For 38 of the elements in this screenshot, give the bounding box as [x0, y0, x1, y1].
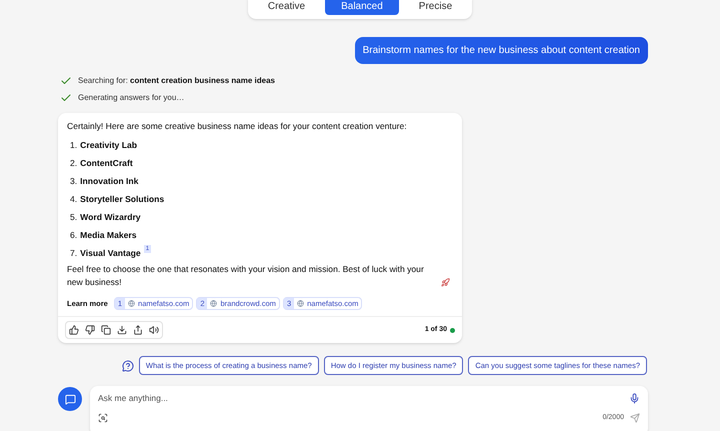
microphone-icon[interactable] — [629, 393, 640, 404]
list-number: 6. — [70, 228, 78, 242]
rocket-icon — [441, 278, 450, 287]
tone-tab[interactable]: Precise — [402, 0, 468, 15]
business-name: Media Makers — [80, 228, 137, 242]
copy-icon[interactable] — [101, 325, 111, 336]
globe-icon — [297, 300, 304, 308]
speaker-icon[interactable] — [149, 325, 159, 336]
globe-icon — [210, 300, 218, 308]
answer-outro: Feel free to choose the one that resonates with your vision and mission. Best of luck with your new business! — [67, 262, 425, 289]
chat-bubble-icon — [64, 394, 76, 405]
thumbs-up-icon[interactable] — [69, 325, 79, 336]
list-number: 3. — [70, 174, 78, 188]
user-message: Brainstorm names for the new business about content creation — [354, 37, 648, 64]
progress-text: Generating answers for you… — [78, 92, 184, 104]
list-number: 7. — [70, 246, 78, 260]
new-topic-button[interactable] — [58, 387, 82, 412]
list-number: 5. — [70, 210, 78, 224]
thumbs-down-icon[interactable] — [85, 325, 95, 336]
progress-text: Searching for: content creation business name ideas — [78, 75, 275, 87]
business-name: Creativity Lab — [80, 138, 138, 152]
business-name: ContentCraft — [80, 156, 133, 170]
share-icon[interactable] — [133, 325, 143, 336]
answer-intro: Certainly! Here are some creative business name ideas for your content creation venture: — [67, 120, 408, 133]
list-number: 4. — [70, 192, 78, 206]
image-search-icon[interactable] — [98, 413, 108, 424]
list-number: 1. — [70, 138, 78, 152]
tone-tab[interactable]: Creative — [252, 0, 322, 15]
download-icon[interactable] — [117, 325, 127, 336]
list-number: 2. — [70, 156, 78, 170]
business-name: Innovation Ink — [80, 174, 138, 188]
input-field[interactable]: Ask me anything... — [98, 392, 498, 406]
business-name: Word Wizardry — [80, 210, 141, 224]
business-name: Storyteller Solutions — [80, 192, 164, 206]
tone-tab[interactable]: Balanced — [325, 0, 399, 15]
business-name: Visual Vantage — [80, 246, 141, 260]
question-icon — [122, 360, 134, 372]
globe-icon — [128, 300, 136, 308]
